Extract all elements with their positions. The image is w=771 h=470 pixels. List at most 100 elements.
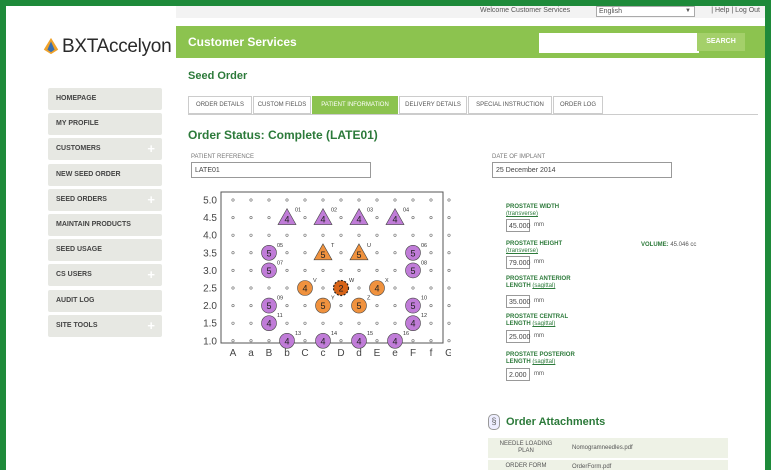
needle-id-label: W — [349, 278, 355, 284]
sidebar-item-label: CUSTOMERS — [56, 145, 101, 153]
sidebar-item-homepage[interactable]: HOMEPAGE — [48, 88, 162, 110]
seed-count-label: 5 — [320, 250, 325, 260]
help-logout-links[interactable]: | Help | Log Out — [711, 7, 760, 14]
seed-count-label: 4 — [392, 336, 397, 346]
seed-count-label: 5 — [320, 301, 325, 311]
needle-id-label: 02 — [331, 208, 337, 214]
grid-point — [447, 304, 451, 308]
sidebar-item-seed-usage[interactable]: SEED USAGE — [48, 239, 162, 262]
tab-delivery-details[interactable]: DELIVERY DETAILS — [399, 96, 467, 114]
sidebar-item-label: MAINTAIN PRODUCTS — [56, 220, 131, 228]
tab-special-instruction[interactable]: SPECIAL INSTRUCTION — [468, 96, 552, 114]
needle-id-label: 05 — [277, 243, 283, 249]
seed-count-label: 5 — [356, 250, 361, 260]
seed-count-label: 4 — [320, 215, 325, 225]
brand-logo[interactable]: BXTAccelyon — [42, 36, 172, 58]
tab-order-details[interactable]: ORDER DETAILS — [188, 96, 252, 114]
order-status: Order Status: Complete (LATE01) — [188, 128, 378, 142]
seed-count-label: 4 — [284, 336, 289, 346]
header-bar: Customer Services SEARCH — [176, 26, 765, 58]
needle-id-label: U — [367, 243, 371, 249]
attachment-type: ORDER FORM — [488, 459, 564, 470]
template-grid-svg: 5.0 4.5 4.0 3.5 3.0 2.5 2.0 1.5 1.0 Aa BbCcDd Ee Ff G… — [203, 191, 453, 359]
seed-count-label: 5 — [266, 266, 271, 276]
needle-id-label: 11 — [277, 313, 283, 319]
prostate-anterior-title2: LENGTH — [506, 283, 531, 289]
needle-id-label: 07 — [277, 260, 283, 266]
search-button[interactable]: SEARCH — [697, 33, 745, 51]
tab-patient-information[interactable]: PATIENT INFORMATION — [312, 96, 398, 114]
seed-count-label: 4 — [302, 284, 307, 294]
prostate-posterior-title2: LENGTH — [506, 359, 531, 365]
date-of-implant-field[interactable]: 25 December 2014 — [492, 162, 672, 178]
sidebar-item-maintain-products[interactable]: MAINTAIN PRODUCTS — [48, 213, 162, 236]
expand-icon[interactable]: + — [147, 189, 155, 211]
attachment-file-link[interactable]: Nomogramneedles.pdf — [564, 438, 728, 460]
prostate-height-label: PROSTATE HEIGHT (transverse) — [506, 241, 562, 255]
prostate-posterior-label: PROSTATE POSTERIOR LENGTH (sagittal) — [506, 352, 575, 366]
needle-id-label: 15 — [367, 331, 373, 337]
sidebar-item-audit-log[interactable]: AUDIT LOG — [48, 289, 162, 312]
y-tick-label: 3.0 — [203, 266, 217, 277]
sidebar-item-cs-users[interactable]: CS USERS + — [48, 264, 162, 287]
seed-count-label: 5 — [410, 301, 415, 311]
patient-reference-field[interactable]: LATE01 — [191, 162, 371, 178]
seed-count-label: 4 — [356, 215, 361, 225]
seed-count-label: 5 — [266, 301, 271, 311]
grid-point — [447, 339, 451, 343]
prostate-posterior-field[interactable]: 2.000 — [506, 368, 530, 381]
grid-point — [447, 268, 451, 272]
expand-icon[interactable]: + — [147, 138, 155, 160]
seed-count-label: 4 — [266, 319, 271, 329]
needle-id-label: 16 — [403, 331, 409, 337]
prostate-width-field[interactable]: 45.000 — [506, 219, 530, 232]
needle-id-label: X — [385, 278, 389, 284]
logo-icon — [43, 37, 59, 55]
needle-id-label: 14 — [331, 331, 337, 337]
prostate-height-sub: (transverse) — [506, 248, 539, 254]
grid-point — [447, 321, 451, 325]
seed-count-label: 4 — [356, 336, 361, 346]
seed-count-label: 4 — [374, 284, 379, 294]
prostate-central-title: PROSTATE CENTRAL — [506, 314, 569, 320]
volume-value: 45.046 cc — [670, 242, 697, 248]
prostate-central-field[interactable]: 25.000 — [506, 330, 530, 343]
search-input[interactable] — [539, 33, 699, 53]
seed-count-label: 5 — [410, 266, 415, 276]
y-tick-label: 1.5 — [203, 319, 217, 330]
sidebar-item-label: NEW SEED ORDER — [56, 170, 121, 178]
prostate-anterior-field[interactable]: 35.000 — [506, 295, 530, 308]
x-tick-label: e — [392, 348, 398, 359]
sidebar-item-customers[interactable]: CUSTOMERS + — [48, 138, 162, 161]
expand-icon[interactable]: + — [147, 264, 155, 286]
sidebar-item-label: AUDIT LOG — [56, 296, 95, 304]
x-tick-label: D — [337, 348, 344, 359]
prostate-posterior-sub: (sagittal) — [532, 359, 556, 365]
attachment-file-link[interactable]: OrderForm.pdf — [564, 459, 728, 470]
prostate-width-sub: (transverse) — [506, 211, 539, 217]
tab-custom-fields[interactable]: CUSTOM FIELDS — [253, 96, 311, 114]
y-tick-label: 2.0 — [203, 301, 217, 312]
x-tick-label: b — [284, 348, 290, 359]
sidebar-item-seed-orders[interactable]: SEED ORDERS + — [48, 188, 162, 211]
unit-label: mm — [534, 371, 544, 377]
sidebar-item-site-tools[interactable]: SITE TOOLS + — [48, 314, 162, 337]
needle-id-label: 06 — [421, 243, 427, 249]
paperclip-icon: § — [488, 414, 500, 430]
x-tick-label: E — [374, 348, 381, 359]
sidebar-item-my-profile[interactable]: MY PROFILE — [48, 113, 162, 136]
expand-icon[interactable]: + — [147, 315, 155, 337]
prostate-height-title: PROSTATE HEIGHT — [506, 241, 563, 247]
unit-label: mm — [534, 298, 544, 304]
y-tick-label: 1.0 — [203, 336, 217, 347]
y-tick-label: 4.5 — [203, 213, 217, 224]
language-select[interactable]: English ▼ — [596, 6, 695, 17]
unit-label: mm — [534, 333, 544, 339]
tab-order-log[interactable]: ORDER LOG — [553, 96, 603, 114]
prostate-height-field[interactable]: 79.000 — [506, 256, 530, 269]
needle-id-label: 01 — [295, 208, 301, 214]
prostate-anterior-title: PROSTATE ANTERIOR — [506, 276, 571, 282]
grid-point — [447, 286, 451, 290]
prostate-anterior-sub: (sagittal) — [532, 283, 556, 289]
sidebar-item-new-seed-order[interactable]: NEW SEED ORDER — [48, 163, 162, 186]
